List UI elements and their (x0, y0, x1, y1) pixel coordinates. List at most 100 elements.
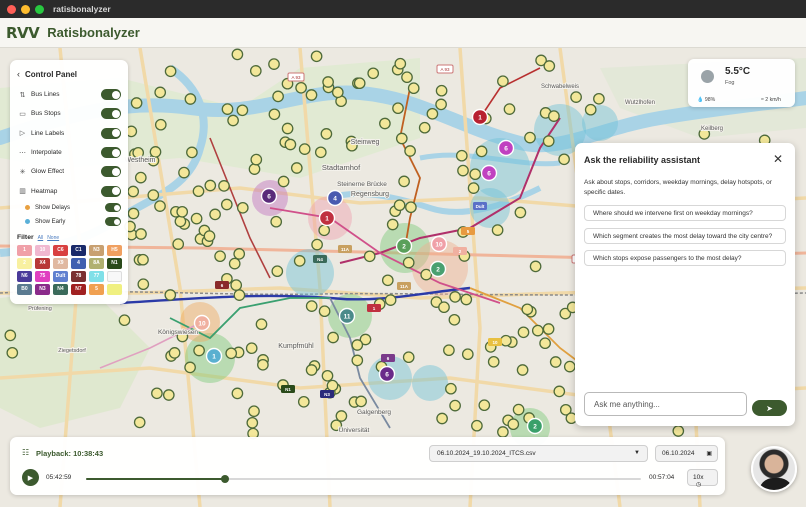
close-window-button[interactable] (7, 4, 16, 14)
map-icon: ▥ (19, 188, 26, 196)
line-tag-label: N1 (285, 387, 291, 392)
line-tag: 1 (367, 304, 381, 312)
filter-none-link[interactable]: None (47, 235, 59, 241)
bus-stop-marker (154, 86, 167, 99)
send-button[interactable]: ➤ (752, 400, 787, 416)
bus-stop-marker (320, 128, 333, 140)
bus-stop-marker (355, 395, 367, 408)
suggestion-button[interactable]: Which stops expose passengers to the mos… (584, 250, 786, 266)
line-filter-chip[interactable]: X9 (53, 257, 68, 269)
maximize-window-button[interactable] (35, 4, 44, 14)
line-filter-chip[interactable]: N3 (35, 283, 50, 295)
bus-stop-marker (322, 76, 334, 88)
line-filter-chip[interactable]: X4 (35, 257, 50, 269)
line-filter-chip[interactable]: C1 (71, 244, 86, 256)
vehicle-bubble: 6 (378, 365, 396, 383)
close-icon[interactable]: ✕ (773, 152, 783, 166)
line-tag-label: N4 (317, 257, 323, 262)
vehicle-bubble-label: 6 (487, 170, 491, 177)
calendar-icon: ▣ (706, 451, 712, 457)
layer-toggle[interactable] (101, 127, 121, 139)
line-filter-chip[interactable]: 1 (17, 244, 32, 256)
dataset-select[interactable]: 06.10.2024_19.10.2024_ITCS.csv ▼ (429, 445, 648, 462)
line-filter-chip[interactable]: N4 (53, 283, 68, 295)
bus-stop-marker (529, 260, 542, 273)
bus-stop-marker (318, 305, 331, 318)
line-filter-chip[interactable]: 10 (35, 244, 50, 256)
line-filter-chip[interactable]: 77 (89, 270, 104, 282)
suggestion-button[interactable]: Which segment creates the most delay tow… (584, 228, 786, 244)
heatmap-option-toggle[interactable] (105, 217, 121, 227)
line-filter-chip[interactable] (107, 270, 122, 282)
heatmap-option-toggle[interactable] (105, 203, 121, 213)
map-place-label: Kumpfmühl (278, 343, 314, 350)
line-filter-chip[interactable]: 8A (89, 257, 104, 269)
layer-toggle[interactable] (101, 89, 121, 101)
filter-all-link[interactable]: All (38, 235, 44, 241)
playback-progress-fill (86, 478, 225, 480)
chevron-left-icon[interactable]: ‹ (17, 69, 20, 79)
weather-humidity: 💧 98% (697, 97, 716, 103)
user-avatar[interactable] (751, 446, 797, 492)
suggestion-button[interactable]: Where should we intervene first on weekd… (584, 205, 786, 221)
layer-row-line-labels: ▷ Line Labels (17, 124, 121, 143)
bus-stop-marker (401, 71, 413, 84)
layer-toggle[interactable] (101, 166, 121, 178)
line-filter-chip[interactable]: N1 (107, 257, 122, 269)
bus-stop-marker (268, 108, 281, 121)
bus-stop-marker (154, 118, 167, 131)
layer-label: Heatmap (31, 187, 58, 195)
line-filter-chip[interactable]: 4 (71, 257, 86, 269)
line-filter-chip[interactable]: 5 (89, 283, 104, 295)
bus-stop-marker (491, 224, 504, 236)
line-tag: 2 (453, 247, 467, 255)
playback-slider-handle[interactable] (220, 475, 229, 483)
bus-stop-marker (407, 82, 420, 95)
line-tag: 6 (215, 281, 229, 289)
playback-bar: ☷ Playback: 10:38:43 06.10.2024_19.10.20… (10, 437, 725, 495)
dataset-select-value: 06.10.2024_19.10.2024_ITCS.csv (437, 450, 536, 457)
bus-stop-marker (457, 164, 469, 177)
heatmap-option-row: Show Early (17, 215, 121, 229)
line-filter-chip[interactable]: 75 (35, 270, 50, 282)
line-filter-chip[interactable]: 2 (17, 257, 32, 269)
layer-toggle[interactable] (101, 147, 121, 159)
line-filter-chip[interactable]: N3 (89, 244, 104, 256)
control-panel-header[interactable]: ‹ Control Panel (17, 66, 121, 82)
assistant-intro: Ask about stops, corridors, weekday morn… (584, 179, 772, 196)
bus-stop-marker (305, 364, 318, 376)
bus-stop-marker (209, 208, 221, 221)
line-filter-chip[interactable]: B0 (17, 283, 32, 295)
line-filter-chip[interactable]: 78 (71, 270, 86, 282)
vehicle-bubble: 10 (430, 235, 448, 253)
speed-select[interactable]: 10x ◷ (687, 469, 718, 488)
vehicle-bubble: 1 (205, 347, 223, 365)
bus-stop-marker (257, 358, 269, 371)
line-filter-chip[interactable] (107, 283, 122, 295)
line-filter-chip[interactable]: H5 (107, 244, 122, 256)
vehicle-bubble-label: 1 (212, 353, 216, 360)
window-titlebar: ratisbonalyzer (0, 0, 806, 18)
bus-stop-marker (227, 114, 239, 127)
layer-toggle[interactable] (101, 185, 121, 197)
bus-stop-marker (314, 146, 327, 159)
bus-stop-marker (351, 339, 364, 351)
vehicle-bubble: 4 (326, 189, 344, 207)
play-button[interactable]: ▶ (22, 469, 39, 486)
date-picker[interactable]: 06.10.2024 ▣ (655, 445, 718, 462)
gauge-icon: ◷ (696, 482, 702, 488)
weather-temperature: 5.5°C (725, 66, 751, 77)
bus-stop-marker (420, 268, 433, 281)
minimize-window-button[interactable] (21, 4, 30, 14)
layer-toggle[interactable] (101, 108, 121, 120)
legend-dot-icon (25, 205, 30, 211)
line-filter-chip[interactable]: Dult (53, 270, 68, 282)
assistant-title: Ask the reliability assistant (584, 155, 701, 165)
playback-slider[interactable] (86, 475, 641, 483)
line-filter-chip[interactable]: N7 (71, 283, 86, 295)
assistant-chat-input[interactable] (584, 392, 747, 416)
bus-stop-marker (386, 218, 399, 231)
playback-start-time: 05:42:59 (46, 474, 72, 481)
line-filter-chip[interactable]: C6 (53, 244, 68, 256)
line-filter-chip[interactable]: N6 (17, 270, 32, 282)
